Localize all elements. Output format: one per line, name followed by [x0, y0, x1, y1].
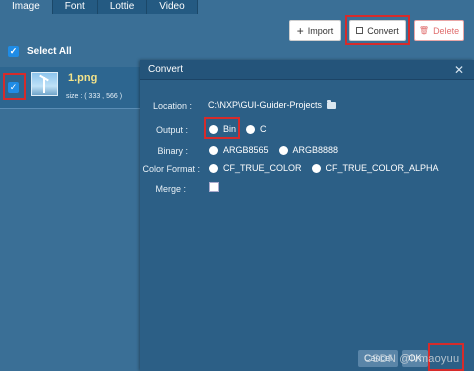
color-true-color-alpha-label: CF_TRUE_COLOR_ALPHA — [325, 163, 439, 173]
item-checkbox[interactable]: ✓ — [8, 82, 19, 93]
import-label: Import — [307, 25, 334, 36]
binary-options: ARGB8565 ARGB8888 — [209, 145, 348, 155]
radio-icon[interactable] — [209, 163, 218, 173]
image-size: size : ( 333 , 566 ) — [66, 93, 123, 100]
tab-font[interactable]: Font — [52, 0, 98, 14]
merge-label: Merge : — [155, 184, 186, 194]
close-icon[interactable]: ✕ — [454, 63, 464, 77]
output-label: Output : — [155, 125, 188, 135]
import-button[interactable]: + Import — [289, 20, 341, 41]
dialog-title: Convert — [148, 64, 184, 75]
binary-option-argb8565[interactable]: ARGB8565 — [209, 145, 269, 155]
delete-label: Delete — [433, 25, 460, 36]
image-thumbnail — [31, 72, 58, 96]
color-true-color-label: CF_TRUE_COLOR — [223, 163, 302, 173]
select-all-label: Select All — [27, 46, 72, 57]
color-option-true-color-alpha[interactable]: CF_TRUE_COLOR_ALPHA — [311, 163, 439, 173]
tab-bar: Image Font Lottie Video — [0, 0, 474, 14]
color-format-options: CF_TRUE_COLOR CF_TRUE_COLOR_ALPHA — [209, 163, 449, 173]
convert-dialog: Convert ✕ Location : C:\NXP\GUI-Guider-P… — [140, 60, 474, 371]
delete-button[interactable]: 🗑 Delete — [414, 20, 464, 41]
binary-option-argb8888[interactable]: ARGB8888 — [278, 145, 339, 155]
image-name: 1.png — [68, 72, 98, 84]
merge-checkbox[interactable] — [209, 182, 219, 192]
output-option-bin[interactable]: Bin — [209, 124, 236, 134]
binary-argb8888-label: ARGB8888 — [292, 145, 339, 155]
radio-icon[interactable] — [209, 124, 218, 134]
trash-icon: 🗑 — [418, 26, 430, 35]
color-option-true-color[interactable]: CF_TRUE_COLOR — [209, 163, 302, 173]
output-c-label: C — [260, 124, 267, 134]
convert-button[interactable]: Convert — [349, 20, 406, 41]
plus-icon: + — [296, 23, 304, 38]
list-item[interactable]: ✓ 1.png size : ( 333 , 566 ) — [0, 67, 140, 109]
tab-image[interactable]: Image — [0, 0, 53, 14]
binary-argb8565-label: ARGB8565 — [223, 145, 269, 155]
folder-icon[interactable] — [327, 99, 337, 109]
output-bin-label: Bin — [223, 124, 237, 134]
watermark: CSDN @lvmaoyuu — [364, 353, 460, 365]
merge-row — [209, 182, 219, 192]
convert-icon — [356, 27, 364, 34]
location-label: Location : — [152, 101, 192, 111]
tab-lottie[interactable]: Lottie — [97, 0, 148, 14]
color-format-label: Color Format : — [142, 164, 200, 174]
location-value: C:\NXP\GUI-Guider-Projects — [208, 100, 323, 110]
tab-video[interactable]: Video — [147, 0, 198, 14]
radio-icon[interactable] — [311, 163, 321, 173]
select-all-checkbox[interactable]: ✓ — [8, 46, 19, 57]
convert-label: Convert — [367, 25, 399, 36]
radio-icon[interactable] — [278, 145, 288, 155]
binary-label: Binary : — [157, 146, 188, 156]
location-row: C:\NXP\GUI-Guider-Projects — [208, 99, 337, 110]
dialog-header: Convert — [140, 60, 474, 80]
radio-icon[interactable] — [209, 145, 218, 155]
output-options: Bin C — [209, 124, 277, 134]
radio-icon[interactable] — [246, 124, 256, 134]
select-all[interactable]: ✓ Select All — [8, 46, 72, 57]
output-option-c[interactable]: C — [246, 124, 267, 134]
